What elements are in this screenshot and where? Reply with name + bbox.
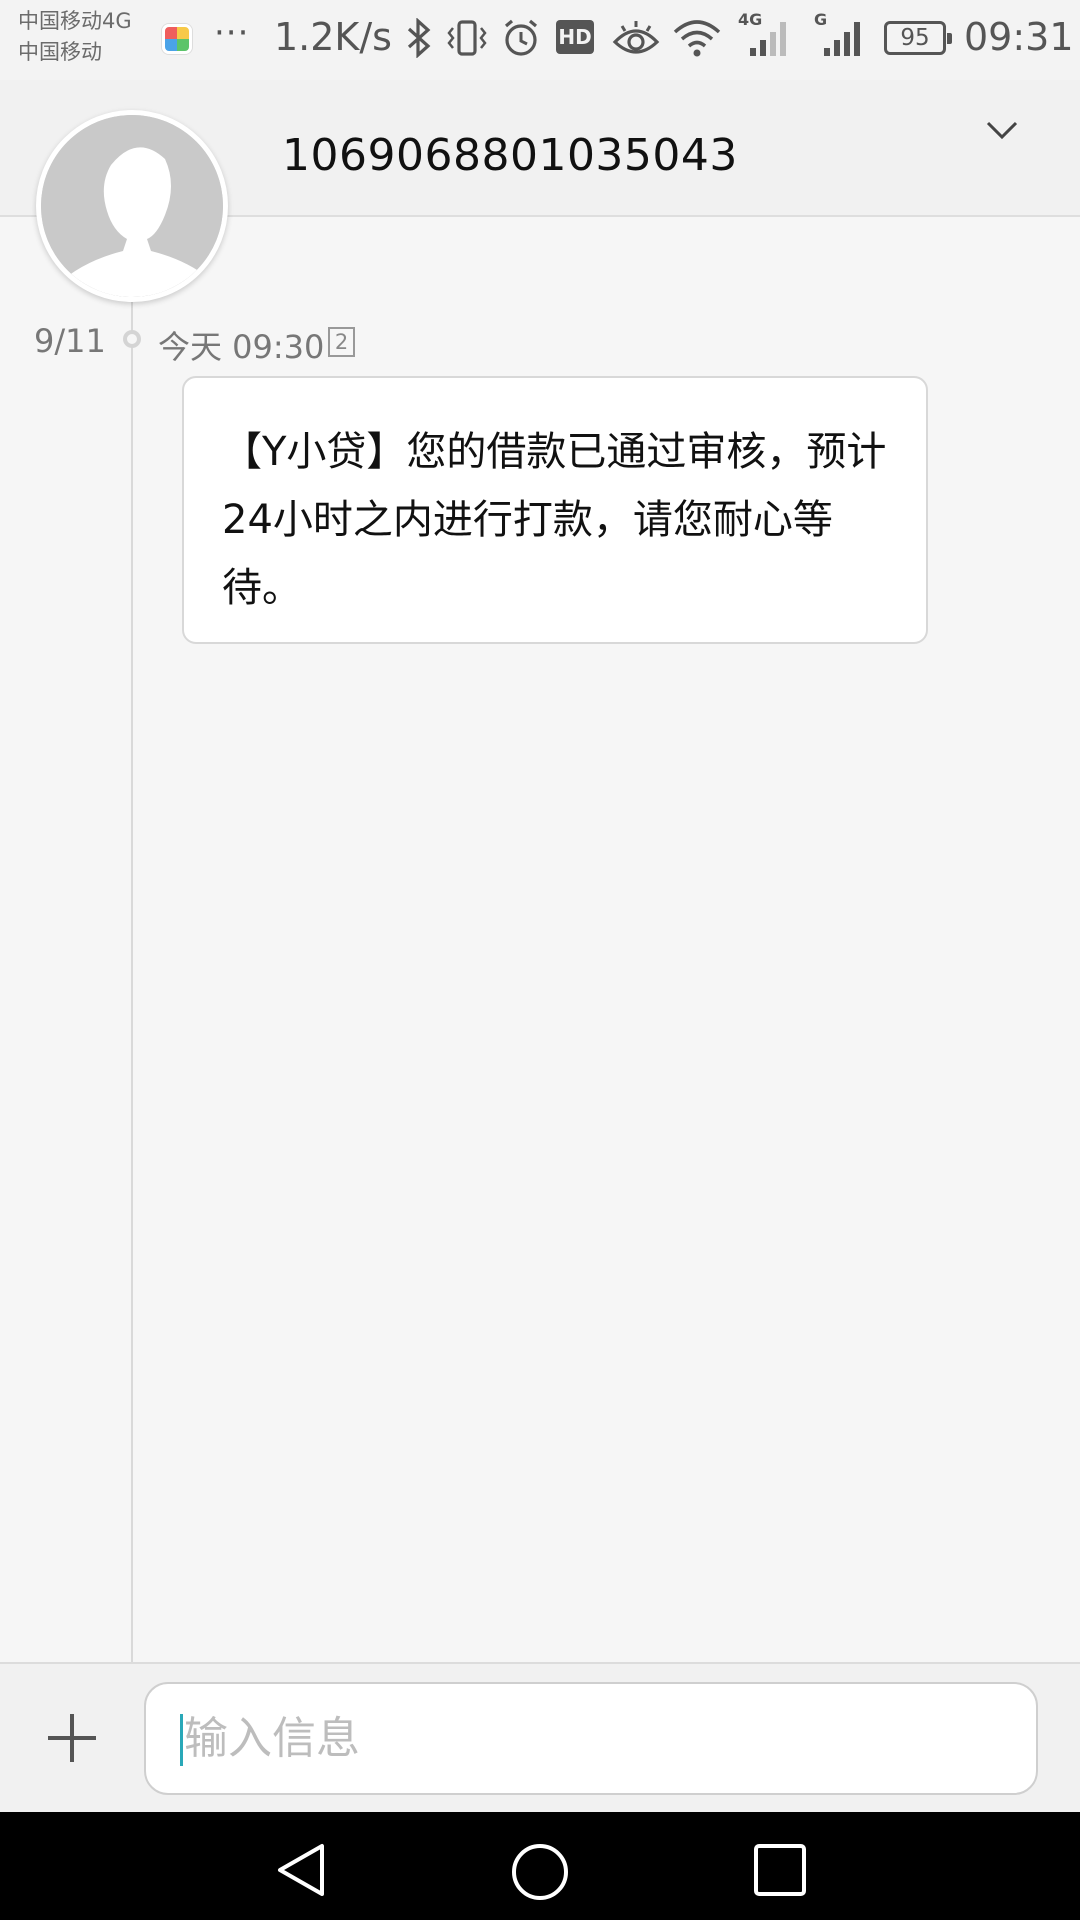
composer-bar [0,1662,1080,1812]
signal-g-icon [824,22,860,56]
recents-icon[interactable] [752,1842,808,1898]
chevron-down-icon[interactable] [984,118,1020,142]
network-speed: 1.2K/s [274,15,392,59]
message-text: 【Y小贷】您的借款已通过审核，预计24小时之内进行打款，请您耐心等待。 [222,429,887,611]
carrier-primary: 中国移动4G [18,9,132,33]
status-bar: 中国移动4G 中国移动 ··· 1.2K/s HD 4G G 95 09:31 [0,0,1080,80]
vibrate-icon [447,20,487,56]
carrier-info: 中国移动4G 中国移动 [18,6,132,68]
timeline-dot [123,330,141,348]
back-icon[interactable] [274,1842,330,1898]
bluetooth-icon [407,18,431,58]
eye-icon [612,21,660,54]
message-input[interactable] [144,1682,1038,1795]
contact-number[interactable]: 1069068801035043 [282,130,738,181]
timeline-line [131,302,133,1662]
alarm-icon [504,19,538,56]
navigation-bar [0,1812,1080,1920]
message-time: 今天 09:30 [158,328,325,366]
text-caret [180,1714,183,1766]
thread-date: 9/11 [34,322,106,360]
home-icon[interactable] [510,1842,570,1902]
app-icon [162,24,192,54]
wifi-icon [673,20,721,57]
message-bubble[interactable]: 【Y小贷】您的借款已通过审核，预计24小时之内进行打款，请您耐心等待。 [182,376,928,644]
carrier-secondary: 中国移动 [18,40,102,64]
plus-icon[interactable] [46,1712,98,1764]
avatar[interactable] [36,110,228,302]
more-notifications-icon: ··· [214,13,250,53]
status-time: 09:31 [964,15,1074,59]
sim-card-badge: 2 [328,327,355,357]
signal-4g-icon [750,22,786,56]
hd-icon: HD [556,20,594,54]
person-silhouette-icon [41,115,223,297]
battery-icon: 95 [884,21,952,55]
